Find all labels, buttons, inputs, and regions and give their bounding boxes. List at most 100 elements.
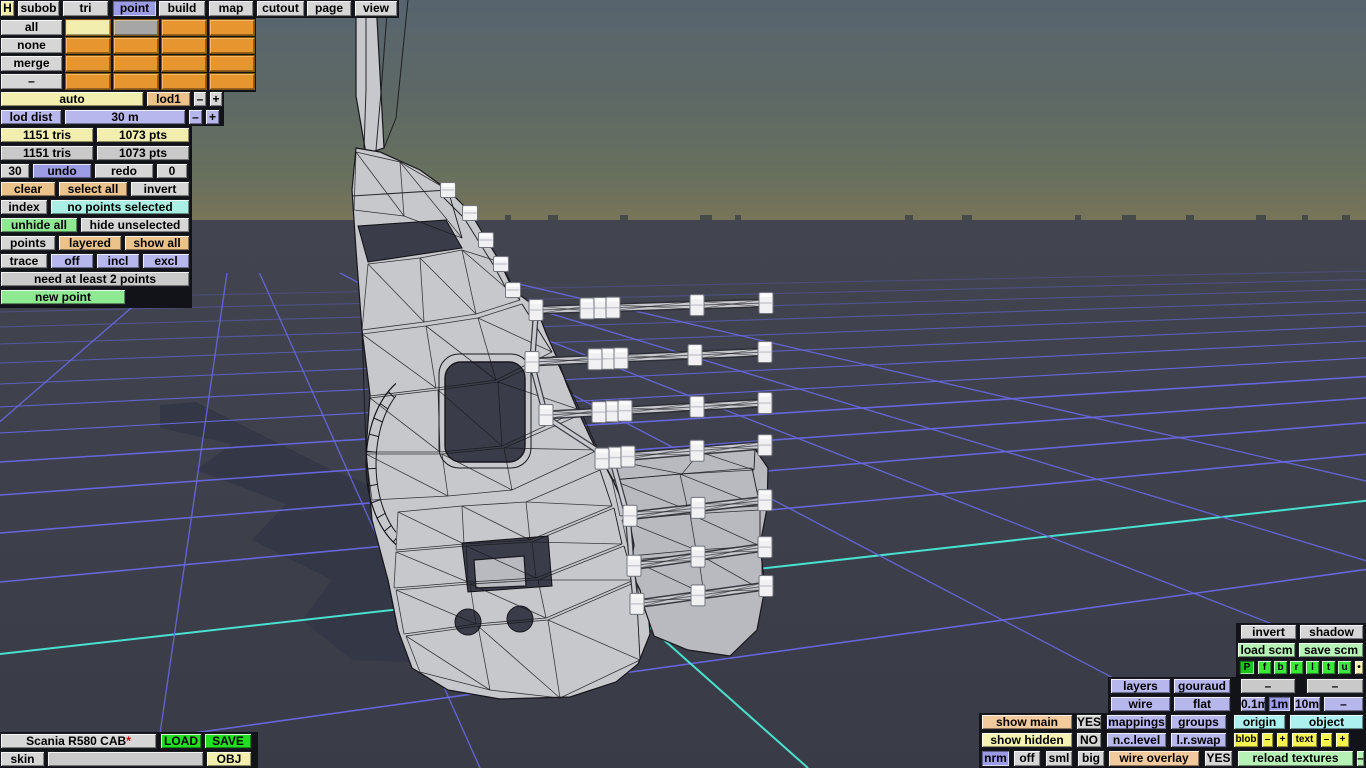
layers-minus2-button[interactable]: – — [1306, 678, 1364, 694]
subob-cell-r1c0[interactable] — [65, 37, 111, 54]
subob-all-button[interactable]: all — [0, 19, 63, 36]
subob-cell-r1c3[interactable] — [209, 37, 255, 54]
subob-none-button[interactable]: none — [0, 37, 63, 54]
grid-1m-button[interactable]: 1m — [1268, 696, 1291, 712]
save-scm-button[interactable]: save scm — [1298, 642, 1364, 658]
tab-h[interactable]: H — [0, 0, 15, 17]
save-button[interactable]: SAVE — [204, 733, 252, 749]
subob-cell-r0c2[interactable] — [161, 19, 207, 36]
text-plus-button[interactable]: + — [1335, 732, 1350, 748]
subob-cell-r3c2[interactable] — [161, 73, 207, 90]
proj-dot-button[interactable]: • — [1354, 660, 1364, 675]
wire-overlay-value[interactable]: YES — [1204, 750, 1233, 767]
grid-01m-button[interactable]: 0.1m — [1240, 696, 1266, 712]
gouraud-button[interactable]: gouraud — [1173, 678, 1231, 694]
text-minus-button[interactable]: – — [1320, 732, 1333, 748]
lod-minus-button[interactable]: – — [193, 91, 207, 107]
subob-cell-r2c0[interactable] — [65, 55, 111, 72]
wire-button[interactable]: wire — [1110, 696, 1171, 712]
subob-cell-r0c3[interactable] — [209, 19, 255, 36]
shadow-button[interactable]: shadow — [1299, 624, 1364, 640]
new-point-button[interactable]: new point — [0, 289, 126, 305]
trace-off-button[interactable]: off — [50, 253, 94, 269]
invert-button[interactable]: invert — [1240, 624, 1297, 640]
subob-cell-r3c0[interactable] — [65, 73, 111, 90]
subob-cell-r3c3[interactable] — [209, 73, 255, 90]
proj-b-button[interactable]: b — [1273, 660, 1288, 675]
subob-cell-r0c0[interactable] — [65, 19, 111, 36]
reload-textures-button[interactable]: reload textures — [1237, 750, 1354, 767]
subob-merge-button[interactable]: merge — [0, 55, 63, 72]
obj-export-button[interactable]: OBJ — [206, 751, 252, 767]
clear-button[interactable]: clear — [0, 181, 56, 197]
subob-cell-r2c3[interactable] — [209, 55, 255, 72]
layers-minus1-button[interactable]: – — [1240, 678, 1296, 694]
groups-button[interactable]: groups — [1170, 714, 1227, 730]
tab-view[interactable]: view — [354, 0, 398, 17]
undo-button[interactable]: undo — [32, 163, 92, 179]
blob-plus-button[interactable]: + — [1276, 732, 1289, 748]
invert-selection-button[interactable]: invert — [130, 181, 190, 197]
points-mode-button[interactable]: points — [0, 235, 56, 251]
tab-tri[interactable]: tri — [62, 0, 109, 17]
tab-subob[interactable]: subob — [17, 0, 60, 17]
load-scm-button[interactable]: load scm — [1237, 642, 1296, 658]
lr-swap-button[interactable]: l.r.swap — [1170, 732, 1227, 748]
origin-button[interactable]: origin — [1233, 714, 1286, 730]
tab-build[interactable]: build — [158, 0, 206, 17]
show-hidden-value[interactable]: NO — [1076, 732, 1102, 748]
tab-point[interactable]: point — [112, 0, 157, 17]
load-button[interactable]: LOAD — [160, 733, 202, 749]
show-hidden-button[interactable]: show hidden — [981, 732, 1073, 748]
subob-cell-r2c1[interactable] — [113, 55, 159, 72]
unhide-all-button[interactable]: unhide all — [0, 217, 78, 233]
object-button[interactable]: object — [1289, 714, 1364, 730]
lod-dist-value[interactable]: 30 m — [64, 109, 186, 125]
trace-button[interactable]: trace — [0, 253, 48, 269]
layers-button[interactable]: layers — [1110, 678, 1171, 694]
grid-minus-button[interactable]: – — [1323, 696, 1364, 712]
show-main-value[interactable]: YES — [1076, 714, 1102, 730]
redo-button[interactable]: redo — [94, 163, 154, 179]
index-button[interactable]: index — [0, 199, 48, 215]
select-all-button[interactable]: select all — [58, 181, 128, 197]
proj-l-button[interactable]: l — [1305, 660, 1320, 675]
tab-cutout[interactable]: cutout — [256, 0, 305, 17]
skin-path-field[interactable] — [47, 751, 204, 767]
nrm-big-button[interactable]: big — [1077, 750, 1105, 767]
proj-f-button[interactable]: f — [1257, 660, 1272, 675]
show-all-button[interactable]: show all — [124, 235, 190, 251]
lod-dist-label[interactable]: lod dist — [0, 109, 62, 125]
layered-button[interactable]: layered — [58, 235, 122, 251]
reload-minus-button[interactable]: – — [1356, 750, 1365, 767]
proj-u-button[interactable]: u — [1337, 660, 1352, 675]
nrm-sml-button[interactable]: sml — [1045, 750, 1073, 767]
grid-10m-button[interactable]: 10m — [1293, 696, 1321, 712]
proj-p-button[interactable]: P — [1239, 660, 1255, 675]
subob-cell-r3c1[interactable] — [113, 73, 159, 90]
file-name-button[interactable]: Scania R580 CAB* — [0, 733, 157, 749]
text-button[interactable]: text — [1291, 732, 1318, 748]
nc-level-button[interactable]: n.c.level — [1106, 732, 1167, 748]
subob-minus-button[interactable]: – — [0, 73, 63, 90]
flat-button[interactable]: flat — [1173, 696, 1231, 712]
proj-r-button[interactable]: r — [1289, 660, 1304, 675]
subob-cell-r0c1[interactable] — [113, 19, 159, 36]
hide-unselected-button[interactable]: hide unselected — [80, 217, 190, 233]
skin-button[interactable]: skin — [0, 751, 45, 767]
lod-dist-plus-button[interactable]: + — [205, 109, 220, 125]
mappings-button[interactable]: mappings — [1106, 714, 1167, 730]
trace-excl-button[interactable]: excl — [142, 253, 190, 269]
lod-dist-minus-button[interactable]: – — [188, 109, 203, 125]
subob-cell-r1c1[interactable] — [113, 37, 159, 54]
wire-overlay-button[interactable]: wire overlay — [1108, 750, 1200, 767]
show-main-button[interactable]: show main — [981, 714, 1073, 730]
blob-button[interactable]: blob — [1233, 732, 1259, 748]
nrm-off-button[interactable]: off — [1013, 750, 1041, 767]
lod-auto-button[interactable]: auto — [0, 91, 144, 107]
trace-incl-button[interactable]: incl — [96, 253, 140, 269]
blob-minus-button[interactable]: – — [1261, 732, 1274, 748]
proj-t-button[interactable]: t — [1321, 660, 1336, 675]
nrm-button[interactable]: nrm — [981, 750, 1010, 767]
tab-map[interactable]: map — [208, 0, 254, 17]
